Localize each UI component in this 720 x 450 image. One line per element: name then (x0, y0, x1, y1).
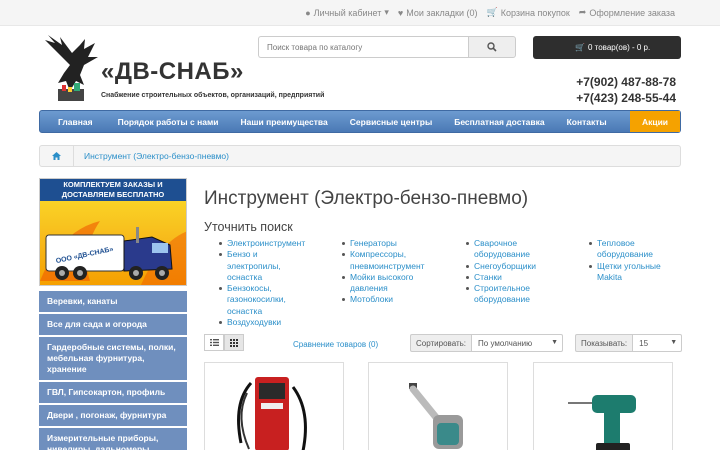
refine-column-3: Сварочное оборудование Снегоуборщики Ста… (466, 238, 581, 306)
product-card[interactable] (204, 362, 344, 450)
grid-view-button[interactable] (224, 334, 244, 351)
search-input[interactable] (258, 36, 468, 58)
chevron-down-icon: ▼ (551, 339, 559, 346)
nav-advantages[interactable]: Наши преимущества (230, 111, 339, 132)
category-sidebar: Веревки, канаты Все для сада и огорода Г… (39, 291, 187, 450)
caret-down-icon: ▾ (384, 7, 389, 17)
user-icon: ● (305, 7, 311, 18)
search-bar (258, 36, 516, 58)
refine-link[interactable]: Бензокосы, газонокосилки, оснастка (219, 283, 299, 317)
view-toggle (204, 334, 244, 351)
main-nav: Главная Порядок работы с нами Наши преим… (39, 110, 681, 133)
logo-subtitle: Снабжение строительных объектов, организ… (101, 92, 325, 99)
refine-link[interactable]: Электроинструмент (219, 238, 334, 249)
sort-label: Сортировать: (410, 334, 472, 352)
truck-image: ООО «ДВ-СНАБ» (40, 221, 186, 285)
banner-header: КОМПЛЕКТУЕМ ЗАКАЗЫ И ДОСТАВЛЯЕМ БЕСПЛАТН… (40, 179, 186, 201)
sort-control: Сортировать: По умолчанию ▼ (410, 334, 564, 352)
refine-link[interactable]: Тепловое оборудование (589, 238, 669, 261)
logo-title[interactable]: «ДВ-СНАБ» (101, 58, 244, 86)
page-title: Инструмент (Электро-бензо-пневмо) (204, 188, 529, 209)
phone-2: +7(423) 248-55-44 (576, 91, 676, 105)
home-icon (52, 152, 61, 160)
cart-label: Корзина покупок (500, 7, 570, 18)
refine-link[interactable]: Строительное оборудование (466, 283, 546, 306)
refine-link[interactable]: Мойки высокого давления (342, 272, 422, 295)
refine-search-title: Уточнить поиск (204, 220, 293, 234)
checkout-link[interactable]: ➦ Оформление заказа (579, 7, 675, 18)
nav-promotions[interactable]: Акции (630, 111, 680, 132)
top-bar: ● Личный кабинет ▾ ♥ Мои закладки (0) 🛒 Корз… (0, 0, 720, 26)
sidebar-item-doors[interactable]: Двери , погонаж, фурнитура (39, 405, 187, 426)
sidebar-item-measuring[interactable]: Измерительные приборы, нивелиры, дальном… (39, 428, 187, 450)
refine-link[interactable]: Компрессоры, пневмоинструмент (342, 249, 425, 272)
limit-control: Показывать: 15 ▼ (575, 334, 683, 352)
nav-how-we-work[interactable]: Порядок работы с нами (107, 111, 230, 132)
wishlist-link[interactable]: ♥ Мои закладки (0) (398, 7, 478, 18)
banner-line-2: ДОСТАВЛЯЕМ БЕСПЛАТНО (61, 190, 165, 199)
sidebar-item-ropes[interactable]: Веревки, канаты (39, 291, 187, 312)
compare-link[interactable]: Сравнение товаров (0) (293, 340, 378, 349)
search-icon (487, 42, 497, 52)
sort-select[interactable]: По умолчанию ▼ (471, 334, 564, 352)
breadcrumb-current[interactable]: Инструмент (Электро-бензо-пневмо) (74, 151, 229, 161)
cart-button-label: 0 товар(ов) - 0 р. (587, 43, 651, 52)
limit-select[interactable]: 15 ▼ (632, 334, 683, 352)
cart-icon: 🛒 (575, 43, 585, 52)
wishlist-label: Мои закладки (0) (406, 7, 478, 18)
nav-home[interactable]: Главная (40, 111, 107, 132)
nav-free-delivery[interactable]: Бесплатная доставка (443, 111, 555, 132)
account-label: Личный кабинет (313, 7, 382, 18)
product-card[interactable] (533, 362, 673, 450)
refine-link[interactable]: Бензо и электропилы, оснастка (219, 249, 299, 283)
grinder-image (409, 383, 463, 449)
refine-link[interactable]: Щетки угольные Makita (589, 261, 669, 284)
sidebar-item-garden[interactable]: Все для сада и огорода (39, 314, 187, 335)
refine-link[interactable]: Мотоблоки (342, 294, 457, 305)
sidebar-item-wardrobe[interactable]: Гардеробные системы, полки, мебельная фу… (39, 337, 187, 380)
phone-1: +7(902) 487-88-78 (576, 75, 676, 89)
header-cart-button[interactable]: 🛒 0 товар(ов) - 0 р. (533, 36, 681, 59)
free-delivery-banner[interactable]: КОМПЛЕКТУЕМ ЗАКАЗЫ И ДОСТАВЛЯЕМ БЕСПЛАТН… (39, 178, 187, 286)
refine-column-1: Электроинструмент Бензо и электропилы, о… (219, 238, 334, 328)
welding-machine-image (237, 377, 307, 450)
breadcrumb: Инструмент (Электро-бензо-пневмо) (39, 145, 681, 167)
product-card[interactable] (368, 362, 508, 450)
limit-value: 15 (639, 338, 649, 348)
grid-icon (230, 338, 238, 347)
share-icon: ➦ (578, 7, 587, 17)
refine-link[interactable]: Воздуходувки (219, 317, 334, 328)
refine-link[interactable]: Снегоуборщики (466, 261, 581, 272)
nav-service-centers[interactable]: Сервисные центры (339, 111, 443, 132)
account-link[interactable]: ● Личный кабинет ▾ (305, 7, 389, 18)
cart-icon: 🛒 (486, 7, 498, 17)
heart-icon: ♥ (397, 7, 404, 18)
refine-column-2: Генераторы Компрессоры, пневмоинструмент… (342, 238, 457, 306)
sidebar-item-drywall[interactable]: ГВЛ, Гипсокартон, профиль (39, 382, 187, 403)
search-button[interactable] (468, 36, 516, 58)
banner-line-1: КОМПЛЕКТУЕМ ЗАКАЗЫ И (63, 180, 163, 189)
refine-link[interactable]: Станки (466, 272, 581, 283)
sort-value: По умолчанию (478, 338, 533, 348)
chevron-down-icon: ▼ (670, 339, 678, 346)
checkout-label: Оформление заказа (589, 7, 675, 18)
refine-column-4: Тепловое оборудование Щетки угольные Mak… (589, 238, 704, 283)
refine-link[interactable]: Генераторы (342, 238, 457, 249)
nav-contacts[interactable]: Контакты (556, 111, 618, 132)
eagle-logo[interactable] (40, 35, 100, 107)
cart-link[interactable]: 🛒 Корзина покупок (487, 7, 570, 18)
breadcrumb-home[interactable] (40, 146, 74, 166)
refine-link[interactable]: Сварочное оборудование (466, 238, 546, 261)
limit-label: Показывать: (575, 334, 633, 352)
list-icon (209, 339, 219, 346)
drill-image (568, 395, 636, 450)
top-links: ● Личный кабинет ▾ ♥ Мои закладки (0) 🛒 Корз… (305, 7, 675, 18)
list-view-button[interactable] (204, 334, 224, 351)
